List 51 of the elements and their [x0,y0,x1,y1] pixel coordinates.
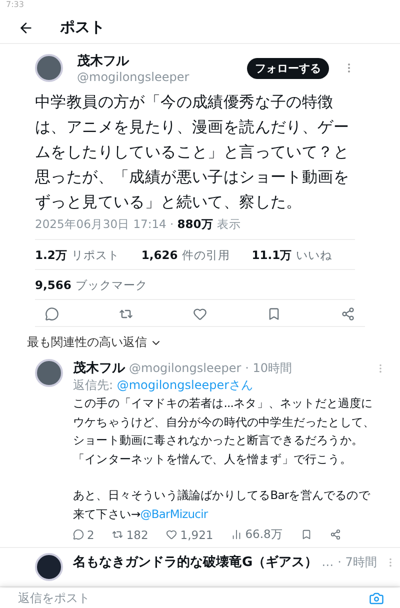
view-count: 880万 [177,217,214,231]
stat-value[interactable]: 11.1万 [252,248,292,263]
stat-label[interactable]: いいね [296,248,332,263]
post-text: 中学教員の方が「今の成績優秀な子の特徴は、アニメを見たり、漫画を読んだり、ゲームをしたりしていること」と言っていて？と思ったが、「成績が悪い子はショート動画をずっと見ている」と続いて、察した。 [35,92,350,213]
author-name: 茂木フル [77,53,130,70]
follow-button[interactable]: フォローする [247,58,329,78]
avatar [35,359,63,387]
reply-time: · 7時間 [338,554,377,570]
reply-metric-count[interactable]: 1,921 [180,528,214,542]
bookmark-icon[interactable] [300,529,312,540]
share-icon[interactable] [330,529,341,540]
bar-chart-icon[interactable] [231,529,242,540]
bookmark-icon[interactable] [267,307,281,321]
repost-icon[interactable] [112,529,124,540]
reply-icon[interactable] [73,529,84,540]
reply-author-name: 名もなきガンドラ的な破壊竜G（ギアス） [73,554,318,571]
reply-metric-count[interactable]: 182 [126,528,148,542]
reply-input[interactable]: 返信をポスト [16,590,369,606]
status-time: 7:33 [6,0,24,9]
page-title: ポスト [60,18,105,37]
like-icon[interactable] [166,529,178,540]
like-icon[interactable] [193,307,207,321]
stat-label[interactable]: リポスト [71,248,120,263]
reply-to-label: 返信先: [73,378,114,392]
stat-label[interactable]: 件の引用 [182,248,230,263]
back-icon[interactable] [18,20,34,36]
reply-handle: … [322,555,334,569]
stat-value[interactable]: 9,566 [35,278,72,293]
share-icon[interactable] [341,307,355,321]
stat-value[interactable]: 1,626 [141,248,178,263]
replies-sort-label[interactable]: 最も関連性の高い返信 [27,334,147,351]
reply-to-link[interactable]: @mogilongsleeperさん [116,378,254,392]
views-label: 表示 [216,217,241,231]
reply-icon[interactable] [45,307,59,321]
stat-label[interactable]: ブックマーク [75,278,148,293]
reply-metric-count[interactable]: 2 [87,528,94,542]
camera-icon[interactable] [369,590,384,606]
reply-text: この手の「イマドキの若者は...ネタ」、ネットだと過度にウケちゃうけど、自分が今の時代の中学生だったとして、ショート動画に毒されなかったと断言できるだろうか。 [73,395,376,449]
stat-value[interactable]: 1.2万 [35,248,68,263]
post-timestamp: 2025年06月30日 17:14 · [35,217,175,231]
reply-metric-count[interactable]: 66.8万 [245,527,283,542]
author-handle: @mogilongsleeper [77,70,190,84]
avatar [35,54,63,82]
reply-text: 「インターネットを憎んで、人を憎まず」で行こう。 [73,450,352,468]
repost-icon[interactable] [119,307,133,321]
reply-author-name: 茂木フル [73,360,125,377]
reply-time: · 10時間 [245,360,292,376]
reply-handle: @mogilongsleeper [129,361,242,375]
mention-link[interactable]: @BarMizucir [140,506,208,520]
reply-text: あと、日々そういう議論ばかりしてるBarを営んでるので来て下さい→@BarMizucir [73,487,372,522]
avatar [35,553,63,581]
